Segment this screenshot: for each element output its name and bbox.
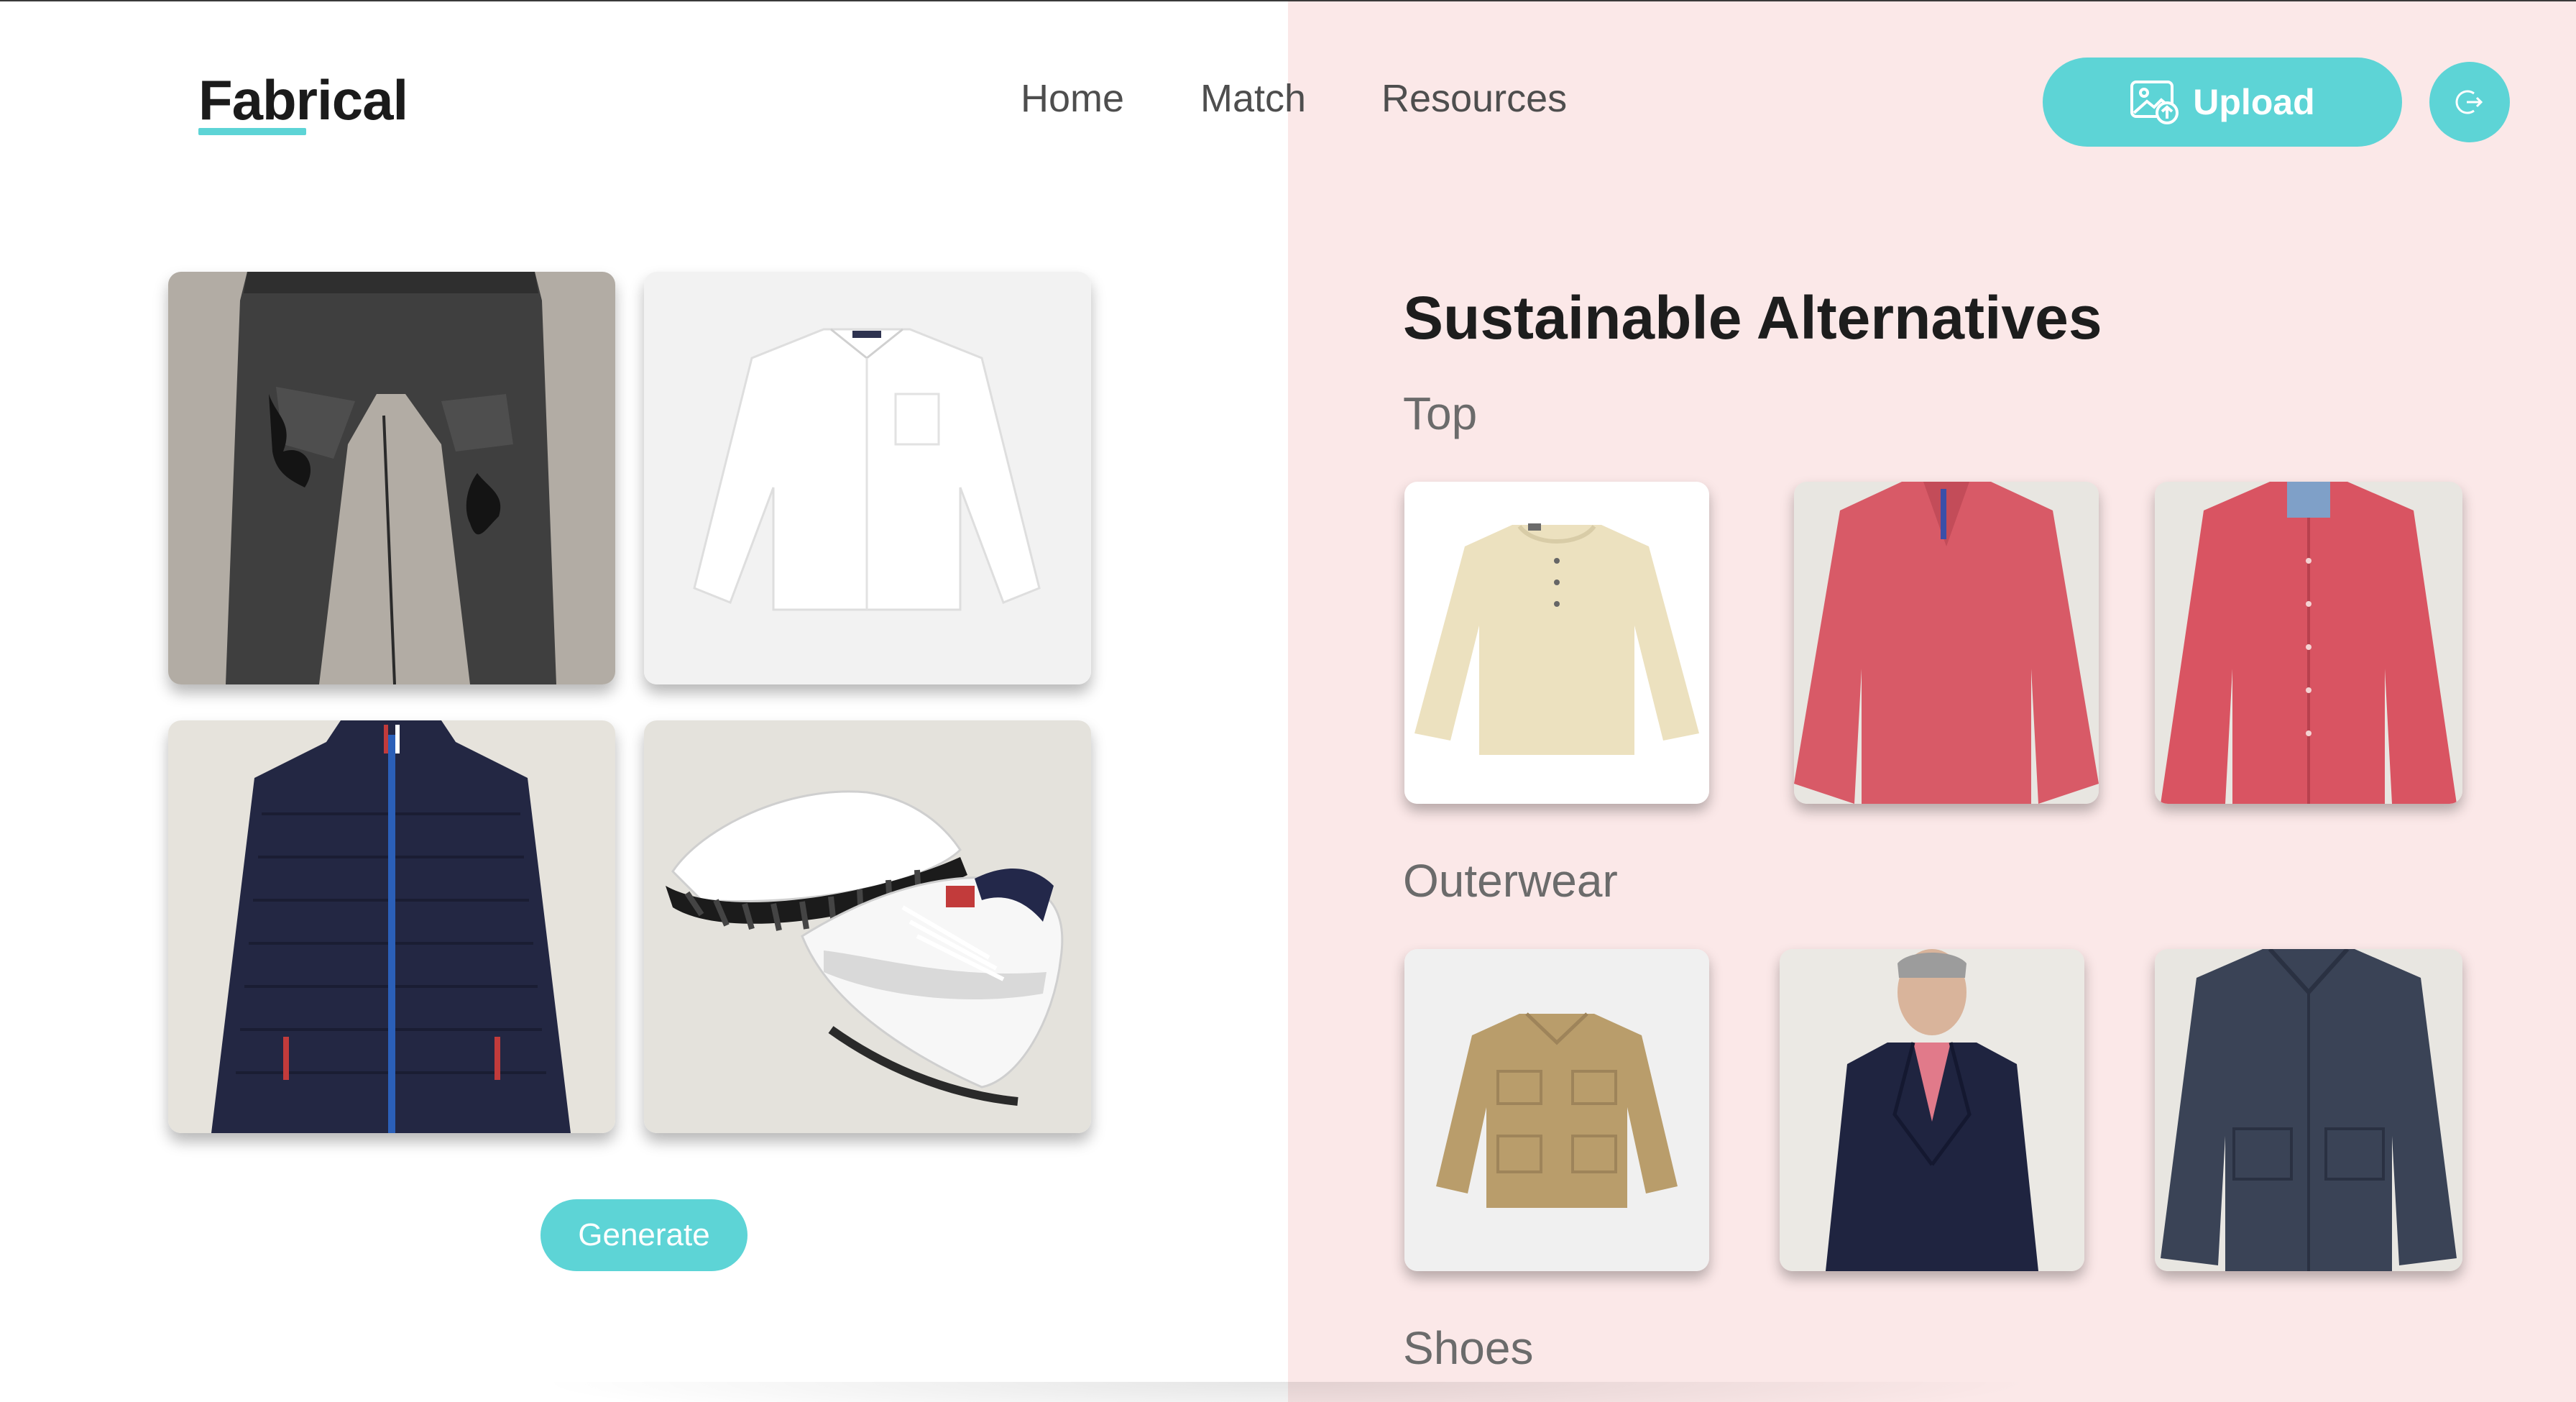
category-outerwear-label: Outerwear [1403,855,1618,907]
alt-top-3[interactable] [2155,482,2462,804]
cream-henley-sweater-image [1404,482,1709,804]
logout-icon [2455,90,2483,114]
alt-top-2[interactable] [1794,482,2099,804]
navy-puffer-jacket-image [168,720,615,1133]
navy-blazer-model-image [1780,949,2084,1271]
red-button-shirt-image [2155,482,2462,804]
alt-top-1[interactable] [1404,482,1709,804]
logo-underline [198,128,306,135]
image-upload-icon [2130,80,2180,124]
scroll-shadow [532,1382,2041,1402]
nav-match[interactable]: Match [1200,76,1306,121]
category-top-label: Top [1403,388,1478,439]
upload-button[interactable]: Upload [2043,58,2402,147]
page: Fabrical Home Match Resources Upload Gen… [0,0,2576,1402]
khaki-jacket-image [1404,949,1709,1271]
closet-item-shirt[interactable] [644,272,1091,684]
suede-jacket-image [2155,949,2462,1271]
logout-button[interactable] [2429,62,2510,142]
category-shoes-label: Shoes [1403,1322,1534,1374]
closet-item-sneakers[interactable] [644,720,1091,1133]
logo[interactable]: Fabrical [198,68,408,133]
section-title: Sustainable Alternatives [1403,284,2102,352]
alt-outerwear-2[interactable] [1780,949,2084,1271]
generate-button[interactable]: Generate [540,1199,748,1271]
pink-quarter-zip-sweater-image [1794,482,2099,804]
upload-label: Upload [2193,82,2315,122]
closet-item-jeans[interactable] [168,272,615,684]
white-shirt-image [644,272,1091,684]
closet-item-jacket[interactable] [168,720,615,1133]
ripped-jeans-image [168,272,615,684]
nav-home[interactable]: Home [1021,76,1124,121]
alt-outerwear-3[interactable] [2155,949,2462,1271]
sneakers-image [644,720,1091,1133]
nav-resources[interactable]: Resources [1381,76,1567,121]
alt-outerwear-1[interactable] [1404,949,1709,1271]
